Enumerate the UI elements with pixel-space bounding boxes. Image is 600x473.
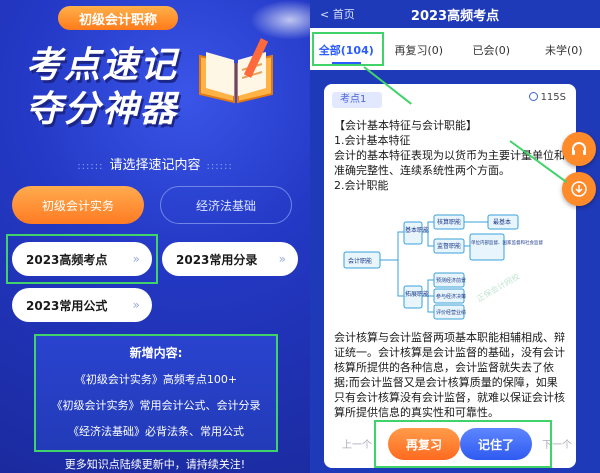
item-label: 2023常用公式 [26,298,108,313]
card-paragraph: 会计核算与会计监督两项基本职能相辅相成、辩证统一。会计核算是会计监督的基础，没有… [334,331,565,419]
tab-unlearned[interactable]: 未学(0) [528,28,600,70]
point-tag: 考点1 [332,92,382,108]
review-again-button[interactable]: 再复习 [388,428,460,460]
new-content-line: 《经济法基础》必背法条、常用公式 [68,425,244,438]
mastered-button[interactable]: 记住了 [460,428,532,460]
exam-badge: 初级会计职称 [58,6,178,30]
highlight-frame [312,32,384,66]
new-content-line: 《初级会计实务》高频考点100+ [74,373,238,386]
headset-icon [572,142,586,155]
timer: 115S [528,92,566,103]
headset-button[interactable] [562,132,596,166]
mindmap-node: 会计职能 [348,257,372,265]
double-chevron-icon: » [278,252,286,266]
function-mindmap: 会计职能 基本职能 拓展职能 核算职能 监督职能 最基本 单位内部监督、国家监督… [343,214,543,320]
new-content-line: 《初级会计实务》常用会计公式、会计分录 [51,399,261,412]
card-sub1-text: 会计的基本特征表现为以货币为主要计量单位和准确完整性、连续系统性两个方面。 [334,149,565,177]
left-panel: 初级会计职称 考点速记 夺分神器 :::::: 请选择速记内容:::::: 初级会… [0,0,310,473]
double-chevron-icon: » [132,252,140,266]
tab-review[interactable]: 再复习(0) [383,28,456,70]
choose-label: 请选择速记内容 [109,158,201,173]
double-chevron-icon: » [132,298,140,312]
open-book-icon [199,38,273,104]
mindmap-node: 基本职能 [405,226,429,234]
top-bar: < 首页 2023高频考点 [310,0,600,28]
clock-icon [528,92,538,101]
category-practice-button[interactable]: 初级会计实务 [12,186,144,224]
item-common-formulas[interactable]: 2023常用公式 » [12,288,152,322]
item-high-frequency[interactable]: 2023高频考点 » [12,242,152,276]
item-label: 2023常用分录 [176,252,258,267]
flashcard: 考点1 115S 【会计基本特征与会计职能】 1.会计基本特征 会计的基本特征表… [324,84,576,468]
mindmap-node: 最基本 [493,218,511,226]
card-sub2: 2.会计职能 [334,179,389,192]
download-icon [571,181,587,197]
new-content-box: 新增内容: 《初级会计实务》高频考点100+ 《初级会计实务》常用会计公式、会计… [34,334,278,452]
new-content-title: 新增内容: [129,346,183,360]
page-title: 2023高频考点 [410,9,500,24]
item-common-entries[interactable]: 2023常用分录 » [162,242,298,276]
item-label: 2023高频考点 [26,252,108,267]
tab-known[interactable]: 已会(0) [455,28,528,70]
card-sub1: 1.会计基本特征 [334,134,411,147]
mindmap-node: 参与经济决策 [436,293,466,300]
footer-note: 更多知识点陆续更新中，请持续关注! [64,458,246,471]
headline-line2: 夺分神器 [26,89,179,130]
mindmap-node: 核算职能 [437,218,461,226]
spotlight [250,0,310,40]
mindmap-node: 拓展职能 [405,290,429,298]
prev-button[interactable]: 上一个 [342,436,372,451]
choose-label-row: :::::: 请选择速记内容:::::: [77,158,233,173]
mindmap-node: 评价经营业绩 [436,309,466,316]
category-law-button[interactable]: 经济法基础 [160,186,292,224]
card-heading: 【会计基本特征与会计职能】 [334,119,477,132]
download-button[interactable] [562,172,596,206]
mindmap-node: 预测经济前景 [436,277,466,284]
right-panel: < 首页 2023高频考点 全部(104) 再复习(0) 已会(0) 未学(0)… [310,0,600,473]
watermark-text: 正保会计网校 [475,271,522,304]
mindmap-node: 监督职能 [437,242,461,250]
timer-value: 115S [540,92,566,103]
mindmap-node: 单位内部监督、国家监督和社会监督 [471,239,543,246]
